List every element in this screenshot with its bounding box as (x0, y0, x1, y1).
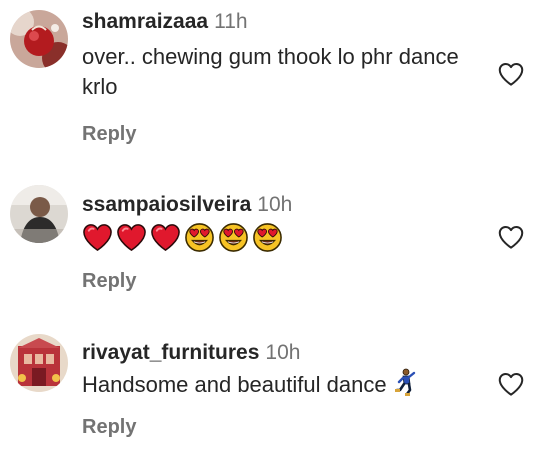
emoji-row (82, 220, 482, 254)
username[interactable]: rivayat_furnitures (82, 341, 259, 364)
username[interactable]: ssampaiosilveira (82, 193, 251, 216)
red-heart-emoji-icon (151, 223, 180, 251)
timestamp: 10h (265, 341, 301, 364)
avatar-photo (10, 10, 68, 68)
timestamp: 10h (257, 193, 293, 216)
comment-text: Handsome and beautiful dance (82, 368, 482, 400)
reply-button[interactable]: Reply (82, 270, 136, 293)
avatar[interactable] (10, 10, 68, 68)
timestamp: 11h (214, 10, 248, 33)
comment-text (82, 220, 482, 254)
comments-list: shamraizaaa 11h over.. chewing gum thook … (0, 0, 540, 464)
man-dancing-emoji-icon (394, 368, 415, 396)
comment-item: rivayat_furnitures 10h Handsome and beaut… (0, 318, 540, 464)
like-button[interactable] (496, 59, 526, 89)
avatar[interactable] (10, 334, 68, 392)
like-button[interactable] (496, 369, 526, 399)
comment-text-content: Handsome and beautiful dance (82, 372, 387, 397)
like-button[interactable] (496, 222, 526, 252)
comment-text: over.. chewing gum thook lo phr dance kr… (82, 44, 459, 99)
username[interactable]: shamraizaaa (82, 10, 208, 33)
heart-eyes-emoji-icon (253, 222, 282, 252)
comment-header: ssampaiosilveira 10h (82, 192, 292, 220)
heart-outline-icon (498, 373, 524, 396)
heart-outline-icon (498, 226, 524, 249)
heart-outline-icon (498, 63, 524, 86)
heart-eyes-emoji-icon (185, 222, 214, 252)
red-heart-emoji-icon (83, 223, 112, 251)
avatar-photo (10, 334, 68, 392)
comment-header: rivayat_furnitures 10h (82, 340, 300, 368)
heart-eyes-emoji-icon (219, 222, 248, 252)
comment-item: shamraizaaa 11h over.. chewing gum thook … (0, 0, 540, 150)
reply-button[interactable]: Reply (82, 416, 136, 439)
reply-button[interactable]: Reply (82, 123, 136, 146)
red-heart-emoji-icon (117, 223, 146, 251)
avatar[interactable] (10, 185, 68, 243)
avatar-photo (10, 185, 68, 243)
comment-item: ssampaiosilveira 10h Reply (0, 170, 540, 320)
comment-header: shamraizaaa 11h (82, 9, 248, 37)
